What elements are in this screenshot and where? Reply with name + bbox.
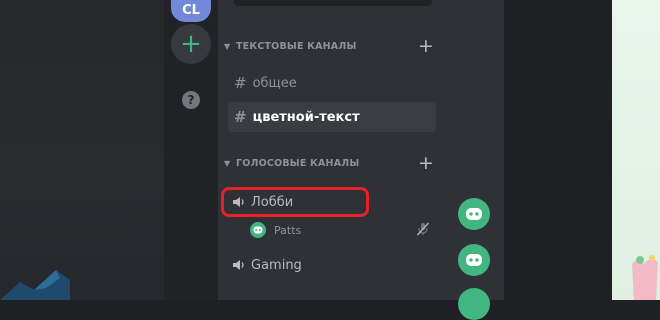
add-channel-icon[interactable]: +: [418, 153, 434, 173]
channel-general[interactable]: # общее: [228, 68, 436, 98]
channel-colored-text[interactable]: # цветной-текст: [228, 102, 436, 132]
category-label: ТЕКСТОВЫЕ КАНАЛЫ: [236, 40, 357, 52]
help-symbol: ?: [187, 93, 195, 107]
avatar: [250, 222, 266, 238]
voice-user-name: Patts: [274, 223, 302, 237]
mute-icon: [417, 222, 429, 236]
hash-icon: #: [234, 108, 247, 126]
member-list: [444, 0, 504, 320]
discord-logo-icon: [466, 208, 482, 220]
channel-name: цветной-текст: [252, 109, 360, 125]
avatar[interactable]: [458, 244, 490, 276]
category-voice-channels[interactable]: ▼ ГОЛОСОВЫЕ КАНАЛЫ +: [224, 153, 434, 173]
speaker-icon: [233, 260, 244, 270]
chevron-down-icon: ▼: [224, 158, 231, 168]
avatar[interactable]: [458, 198, 490, 230]
plus-icon: +: [180, 29, 202, 59]
category-text-channels[interactable]: ▼ ТЕКСТОВЫЕ КАНАЛЫ +: [224, 36, 434, 56]
mountain-decoration: [0, 270, 70, 300]
voice-channel-name: Gaming: [251, 257, 302, 273]
avatar[interactable]: [458, 288, 490, 320]
plant-decoration: [632, 255, 658, 300]
background-right: [612, 0, 660, 300]
voice-user[interactable]: Patts: [250, 220, 301, 240]
hash-icon: #: [234, 74, 247, 92]
search-bar[interactable]: [234, 0, 432, 6]
channel-panel: ▼ ТЕКСТОВЫЕ КАНАЛЫ + # общее # цветной-т…: [218, 0, 444, 300]
discord-logo-icon: [253, 226, 263, 234]
help-button[interactable]: ?: [171, 80, 211, 120]
add-server-button[interactable]: +: [171, 24, 211, 64]
discord-logo-icon: [466, 254, 482, 266]
chevron-down-icon: ▼: [224, 41, 231, 51]
category-label: ГОЛОСОВЫЕ КАНАЛЫ: [236, 157, 360, 169]
server-initials: CL: [182, 3, 200, 18]
voice-channel-gaming[interactable]: Gaming: [232, 253, 302, 277]
server-rail: CL + ?: [164, 0, 218, 300]
background-left: [0, 0, 164, 300]
help-icon: ?: [182, 91, 200, 109]
highlight-ring: [221, 187, 369, 217]
add-channel-icon[interactable]: +: [418, 36, 434, 56]
background-gap: [504, 0, 612, 300]
channel-name: общее: [252, 75, 297, 91]
server-icon[interactable]: CL: [171, 0, 211, 22]
